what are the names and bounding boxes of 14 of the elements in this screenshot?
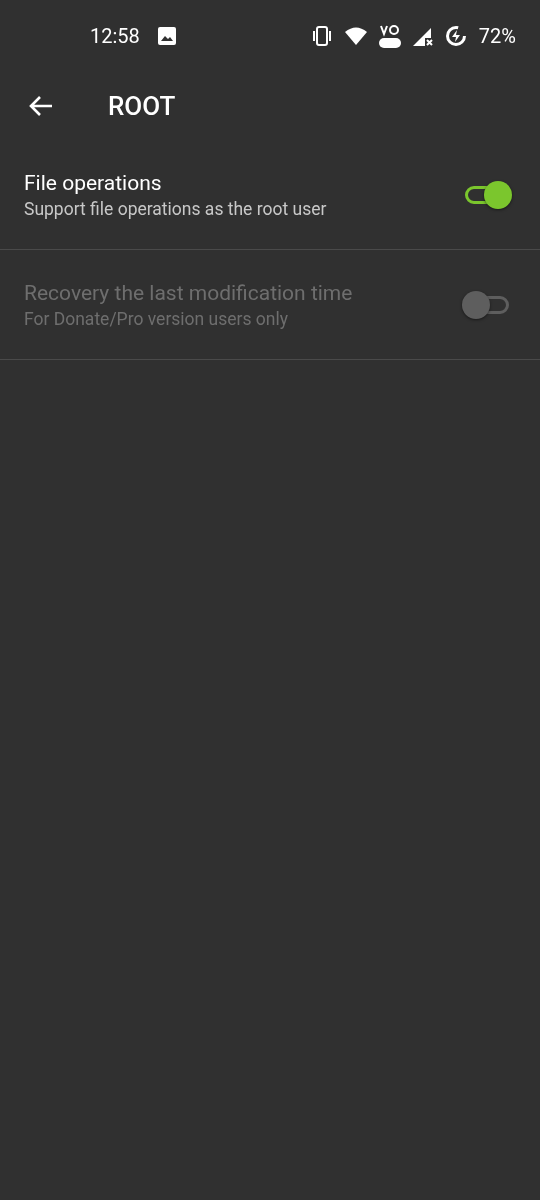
setting-title: Recovery the last modification time [24,280,354,305]
image-icon [157,27,176,45]
setting-row[interactable]: File operations Support file operations as the root user [0,140,540,250]
vibrate-icon [310,26,333,46]
battery-saver-icon [444,25,467,47]
setting-summary: Support file operations as the root user [24,198,328,219]
battery-percentage: 72% [478,24,516,48]
status-time: 12:58 [90,24,140,48]
toolbar-title: ROOT [108,91,176,121]
signal-icon [412,26,433,46]
setting-title: File operations [24,170,163,195]
wifi-icon [344,27,367,45]
setting-summary: For Donate/Pro version users only [24,308,290,329]
volte-icon [378,24,401,48]
